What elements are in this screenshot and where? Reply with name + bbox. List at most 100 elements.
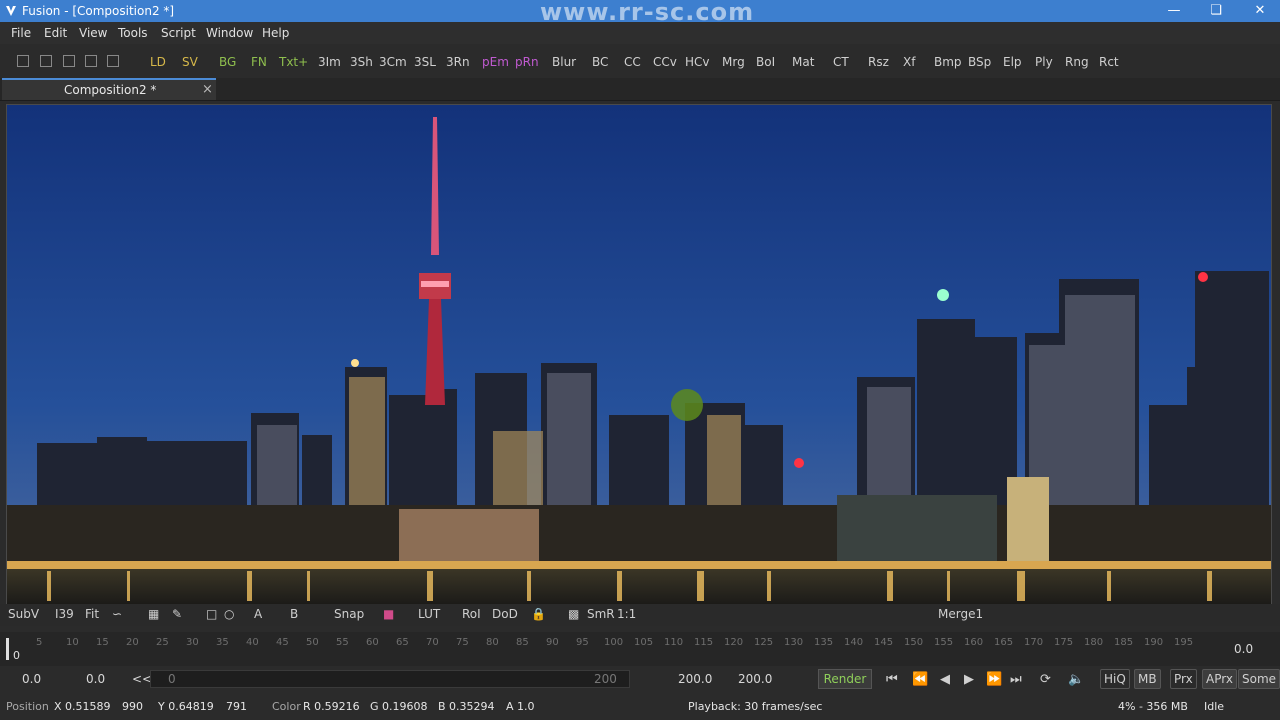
tool-sv[interactable]: SV: [182, 55, 198, 69]
lut-dropdown[interactable]: LUT: [418, 607, 440, 621]
tool-rct[interactable]: Rct: [1099, 55, 1119, 69]
roi-button[interactable]: RoI: [462, 607, 481, 621]
tool-3cm[interactable]: 3Cm: [379, 55, 407, 69]
ruler-tick: 90: [546, 637, 559, 648]
go-to-end-icon[interactable]: ⏭: [1010, 672, 1022, 687]
range-slider[interactable]: [150, 670, 630, 688]
render-start-field[interactable]: 0.0: [86, 672, 105, 686]
ruler-tick: 105: [634, 637, 654, 648]
buffer-b-button[interactable]: B: [290, 607, 298, 621]
ruler-tick: 195: [1174, 637, 1194, 648]
tool-bg[interactable]: BG: [219, 55, 236, 69]
tool-blur[interactable]: Blur: [552, 55, 576, 69]
color-channel-icon[interactable]: ■: [383, 607, 394, 621]
ratio-button[interactable]: 1:1: [617, 607, 636, 621]
go-to-start-icon[interactable]: ⏮: [886, 672, 898, 687]
zoom-level[interactable]: I39: [55, 607, 74, 621]
time-ruler[interactable]: 5 10 15 20 25 30 35 40 45 50 55 60 65 70…: [6, 632, 1212, 662]
subview-button[interactable]: SubV: [8, 607, 39, 621]
tool-cc[interactable]: CC: [624, 55, 641, 69]
tab-bar: Composition2 * ×: [0, 78, 1280, 101]
tool-hcv[interactable]: HCv: [685, 55, 710, 69]
timeline[interactable]: 5 10 15 20 25 30 35 40 45 50 55 60 65 70…: [0, 632, 1280, 666]
ruler-tick: 145: [874, 637, 894, 648]
tool-rng[interactable]: Rng: [1065, 55, 1089, 69]
tool-elp[interactable]: Elp: [1003, 55, 1022, 69]
close-tab-icon[interactable]: ×: [202, 82, 213, 97]
fit-button[interactable]: Fit: [85, 607, 99, 621]
tab-composition2[interactable]: Composition2 * ×: [2, 78, 216, 100]
tool-3im[interactable]: 3Im: [318, 55, 341, 69]
viewer-panel[interactable]: [6, 104, 1272, 606]
tool-xf[interactable]: Xf: [903, 55, 915, 69]
smr-button[interactable]: SmR: [587, 607, 615, 621]
play-icon[interactable]: ▶: [964, 672, 974, 687]
ruler-tick: 185: [1114, 637, 1134, 648]
tool-pem[interactable]: pEm: [482, 55, 509, 69]
global-end-field[interactable]: 200.0: [738, 672, 772, 686]
tool-bmp[interactable]: Bmp: [934, 55, 962, 69]
ruler-tick: 20: [126, 637, 139, 648]
mb-button[interactable]: MB: [1134, 669, 1161, 689]
global-start-field[interactable]: 0.0: [22, 672, 41, 686]
lock-icon[interactable]: 🔒: [531, 607, 546, 621]
tool-fn[interactable]: FN: [251, 55, 267, 69]
tool-boi[interactable]: BoI: [756, 55, 775, 69]
tool-ply[interactable]: Ply: [1035, 55, 1053, 69]
tool-ld[interactable]: LD: [150, 55, 166, 69]
menu-edit[interactable]: Edit: [44, 26, 67, 40]
grid-icon[interactable]: ▦: [148, 607, 159, 621]
tool-prn[interactable]: pRn: [515, 55, 539, 69]
buffer-a-button[interactable]: A: [254, 607, 262, 621]
dod-button[interactable]: DoD: [492, 607, 518, 621]
render-button[interactable]: Render: [818, 669, 872, 689]
step-forward-icon[interactable]: ⏩: [986, 672, 1002, 687]
audio-icon[interactable]: 🔈: [1068, 672, 1084, 687]
ruler-tick: 140: [844, 637, 864, 648]
maximize-button[interactable]: ❏: [1194, 0, 1238, 22]
tool-mat[interactable]: Mat: [792, 55, 814, 69]
snap-dropdown[interactable]: Snap: [334, 607, 364, 621]
tool-3rn[interactable]: 3Rn: [446, 55, 470, 69]
menu-script[interactable]: Script: [161, 26, 196, 40]
menu-window[interactable]: Window: [206, 26, 253, 40]
tool-3sh[interactable]: 3Sh: [350, 55, 373, 69]
menu-view[interactable]: View: [79, 26, 107, 40]
close-window-button[interactable]: ✕: [1238, 0, 1280, 22]
tool-3sl[interactable]: 3SL: [414, 55, 436, 69]
layout-icon-4[interactable]: [85, 55, 97, 67]
render-end-field[interactable]: 200.0: [678, 672, 712, 686]
prx-button[interactable]: Prx: [1170, 669, 1197, 689]
ruler-tick: 60: [366, 637, 379, 648]
circle-icon[interactable]: ○: [224, 607, 234, 621]
current-frame-label: 0: [13, 649, 20, 662]
play-reverse-icon[interactable]: ◀: [940, 672, 950, 687]
layout-icon-2[interactable]: [40, 55, 52, 67]
rectangle-icon[interactable]: □: [206, 607, 217, 621]
tool-ccv[interactable]: CCv: [653, 55, 677, 69]
hiq-button[interactable]: HiQ: [1100, 669, 1130, 689]
tool-ct[interactable]: CT: [833, 55, 849, 69]
spline-icon[interactable]: ∽: [112, 607, 122, 621]
ruler-tick: 155: [934, 637, 954, 648]
ruler-tick: 15: [96, 637, 109, 648]
layout-icon-3[interactable]: [63, 55, 75, 67]
playhead[interactable]: [6, 638, 9, 660]
tool-bc[interactable]: BC: [592, 55, 608, 69]
minimize-button[interactable]: —: [1152, 0, 1196, 22]
tool-rsz[interactable]: Rsz: [868, 55, 889, 69]
tool-bsp[interactable]: BSp: [968, 55, 991, 69]
tool-mrg[interactable]: Mrg: [722, 55, 745, 69]
some-button[interactable]: Some: [1238, 669, 1280, 689]
menu-help[interactable]: Help: [262, 26, 289, 40]
layout-icon-1[interactable]: [17, 55, 29, 67]
menu-file[interactable]: File: [11, 26, 31, 40]
tool-txt[interactable]: Txt+: [279, 55, 308, 69]
menu-tools[interactable]: Tools: [118, 26, 148, 40]
loop-icon[interactable]: ⟳: [1040, 672, 1051, 687]
layout-icon-5[interactable]: [107, 55, 119, 67]
aprx-button[interactable]: APrx: [1202, 669, 1237, 689]
checker-icon[interactable]: ▩: [568, 607, 579, 621]
brush-icon[interactable]: ✎: [172, 607, 182, 621]
step-back-icon[interactable]: ⏪: [912, 672, 928, 687]
